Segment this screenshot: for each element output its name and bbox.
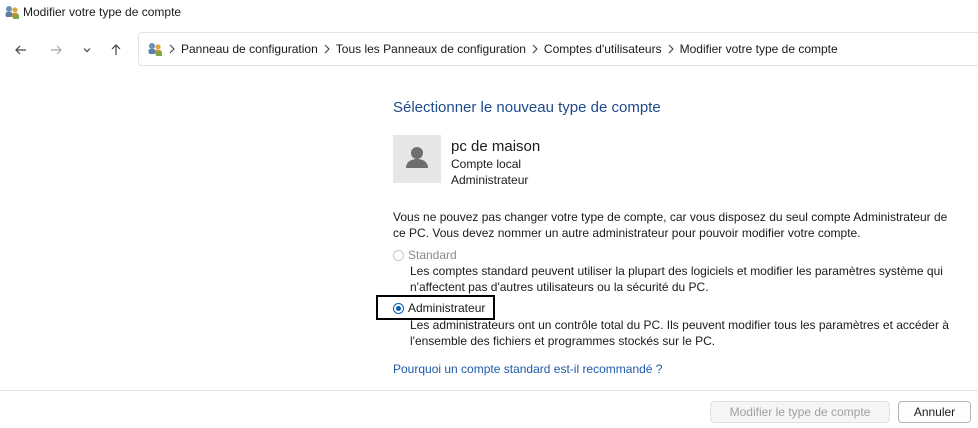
breadcrumb-item-current[interactable]: Modifier votre type de compte xyxy=(680,42,838,56)
chevron-down-icon xyxy=(83,48,91,53)
up-button[interactable] xyxy=(106,40,126,60)
info-note: Vous ne pouvez pas changer votre type de… xyxy=(393,210,948,240)
standard-description: Les comptes standard peuvent utiliser la… xyxy=(410,264,943,294)
page-heading: Sélectionner le nouveau type de compte xyxy=(393,99,661,116)
radio-standard[interactable]: Standard xyxy=(393,248,457,262)
radio-label-administrateur: Administrateur xyxy=(408,301,486,315)
footer-divider xyxy=(0,390,978,391)
cancel-button[interactable]: Annuler xyxy=(898,401,971,423)
recent-locations-button[interactable] xyxy=(77,40,97,60)
arrow-right-icon xyxy=(51,45,62,55)
radio-button-standard[interactable] xyxy=(393,249,404,261)
radio-administrateur[interactable]: Administrateur xyxy=(393,301,485,315)
account-name: pc de maison xyxy=(451,138,541,155)
chevron-right-icon xyxy=(318,44,336,54)
radio-label-standard: Standard xyxy=(408,248,457,262)
account-role: Administrateur xyxy=(451,173,529,187)
administrateur-description: Les administrateurs ont un contrôle tota… xyxy=(410,318,949,348)
window-title: Modifier votre type de compte xyxy=(23,5,182,19)
chevron-right-icon xyxy=(662,44,680,54)
navigation-bar: Panneau de configuration Tous les Pannea… xyxy=(0,32,978,68)
change-account-type-button[interactable]: Modifier le type de compte xyxy=(710,401,890,423)
breadcrumb-item-comptes[interactable]: Comptes d'utilisateurs xyxy=(544,42,662,56)
back-button[interactable] xyxy=(11,40,31,60)
radio-button-administrateur[interactable] xyxy=(393,302,404,314)
title-bar: Modifier votre type de compte xyxy=(0,0,978,26)
user-icon xyxy=(406,147,428,168)
breadcrumb-item-panneau[interactable]: Panneau de configuration xyxy=(181,42,318,56)
address-bar[interactable]: Panneau de configuration Tous les Pannea… xyxy=(138,32,978,66)
chevron-right-icon xyxy=(163,44,181,54)
forward-button[interactable] xyxy=(46,40,66,60)
chevron-right-icon xyxy=(526,44,544,54)
help-link[interactable]: Pourquoi un compte standard est-il recom… xyxy=(393,362,662,376)
users-icon xyxy=(5,6,19,19)
arrow-left-icon xyxy=(15,45,26,55)
arrow-up-icon xyxy=(111,44,121,55)
breadcrumb-item-tous[interactable]: Tous les Panneaux de configuration xyxy=(336,42,526,56)
account-type: Compte local xyxy=(451,157,522,171)
control-panel-icon xyxy=(148,43,162,56)
avatar xyxy=(393,135,441,183)
